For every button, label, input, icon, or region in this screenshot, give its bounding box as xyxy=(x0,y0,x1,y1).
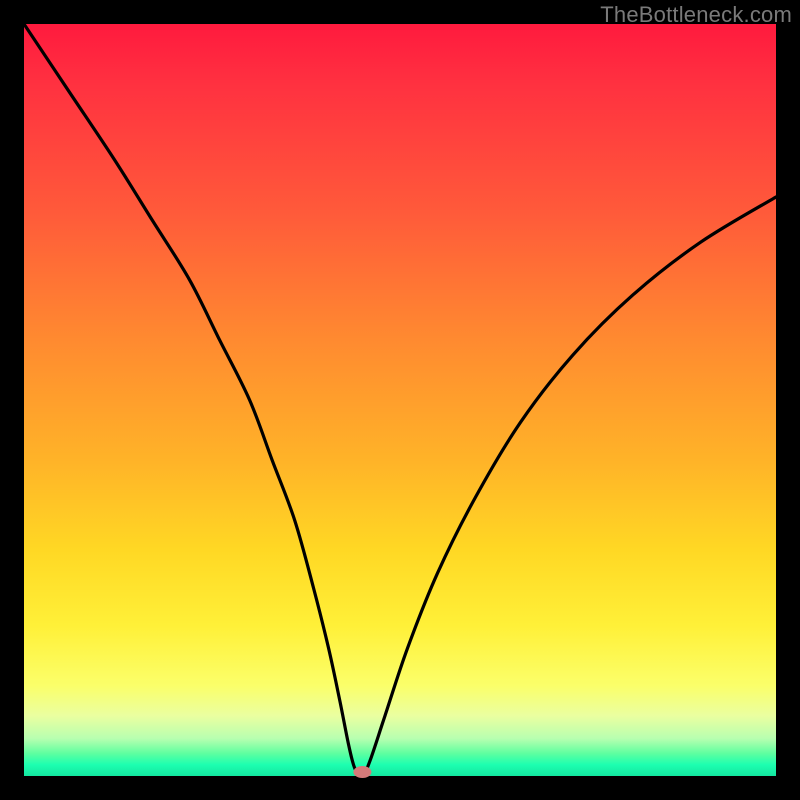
minimum-marker xyxy=(353,766,371,778)
chart-frame: TheBottleneck.com xyxy=(0,0,800,800)
bottleneck-curve xyxy=(24,24,776,776)
plot-area xyxy=(24,24,776,776)
